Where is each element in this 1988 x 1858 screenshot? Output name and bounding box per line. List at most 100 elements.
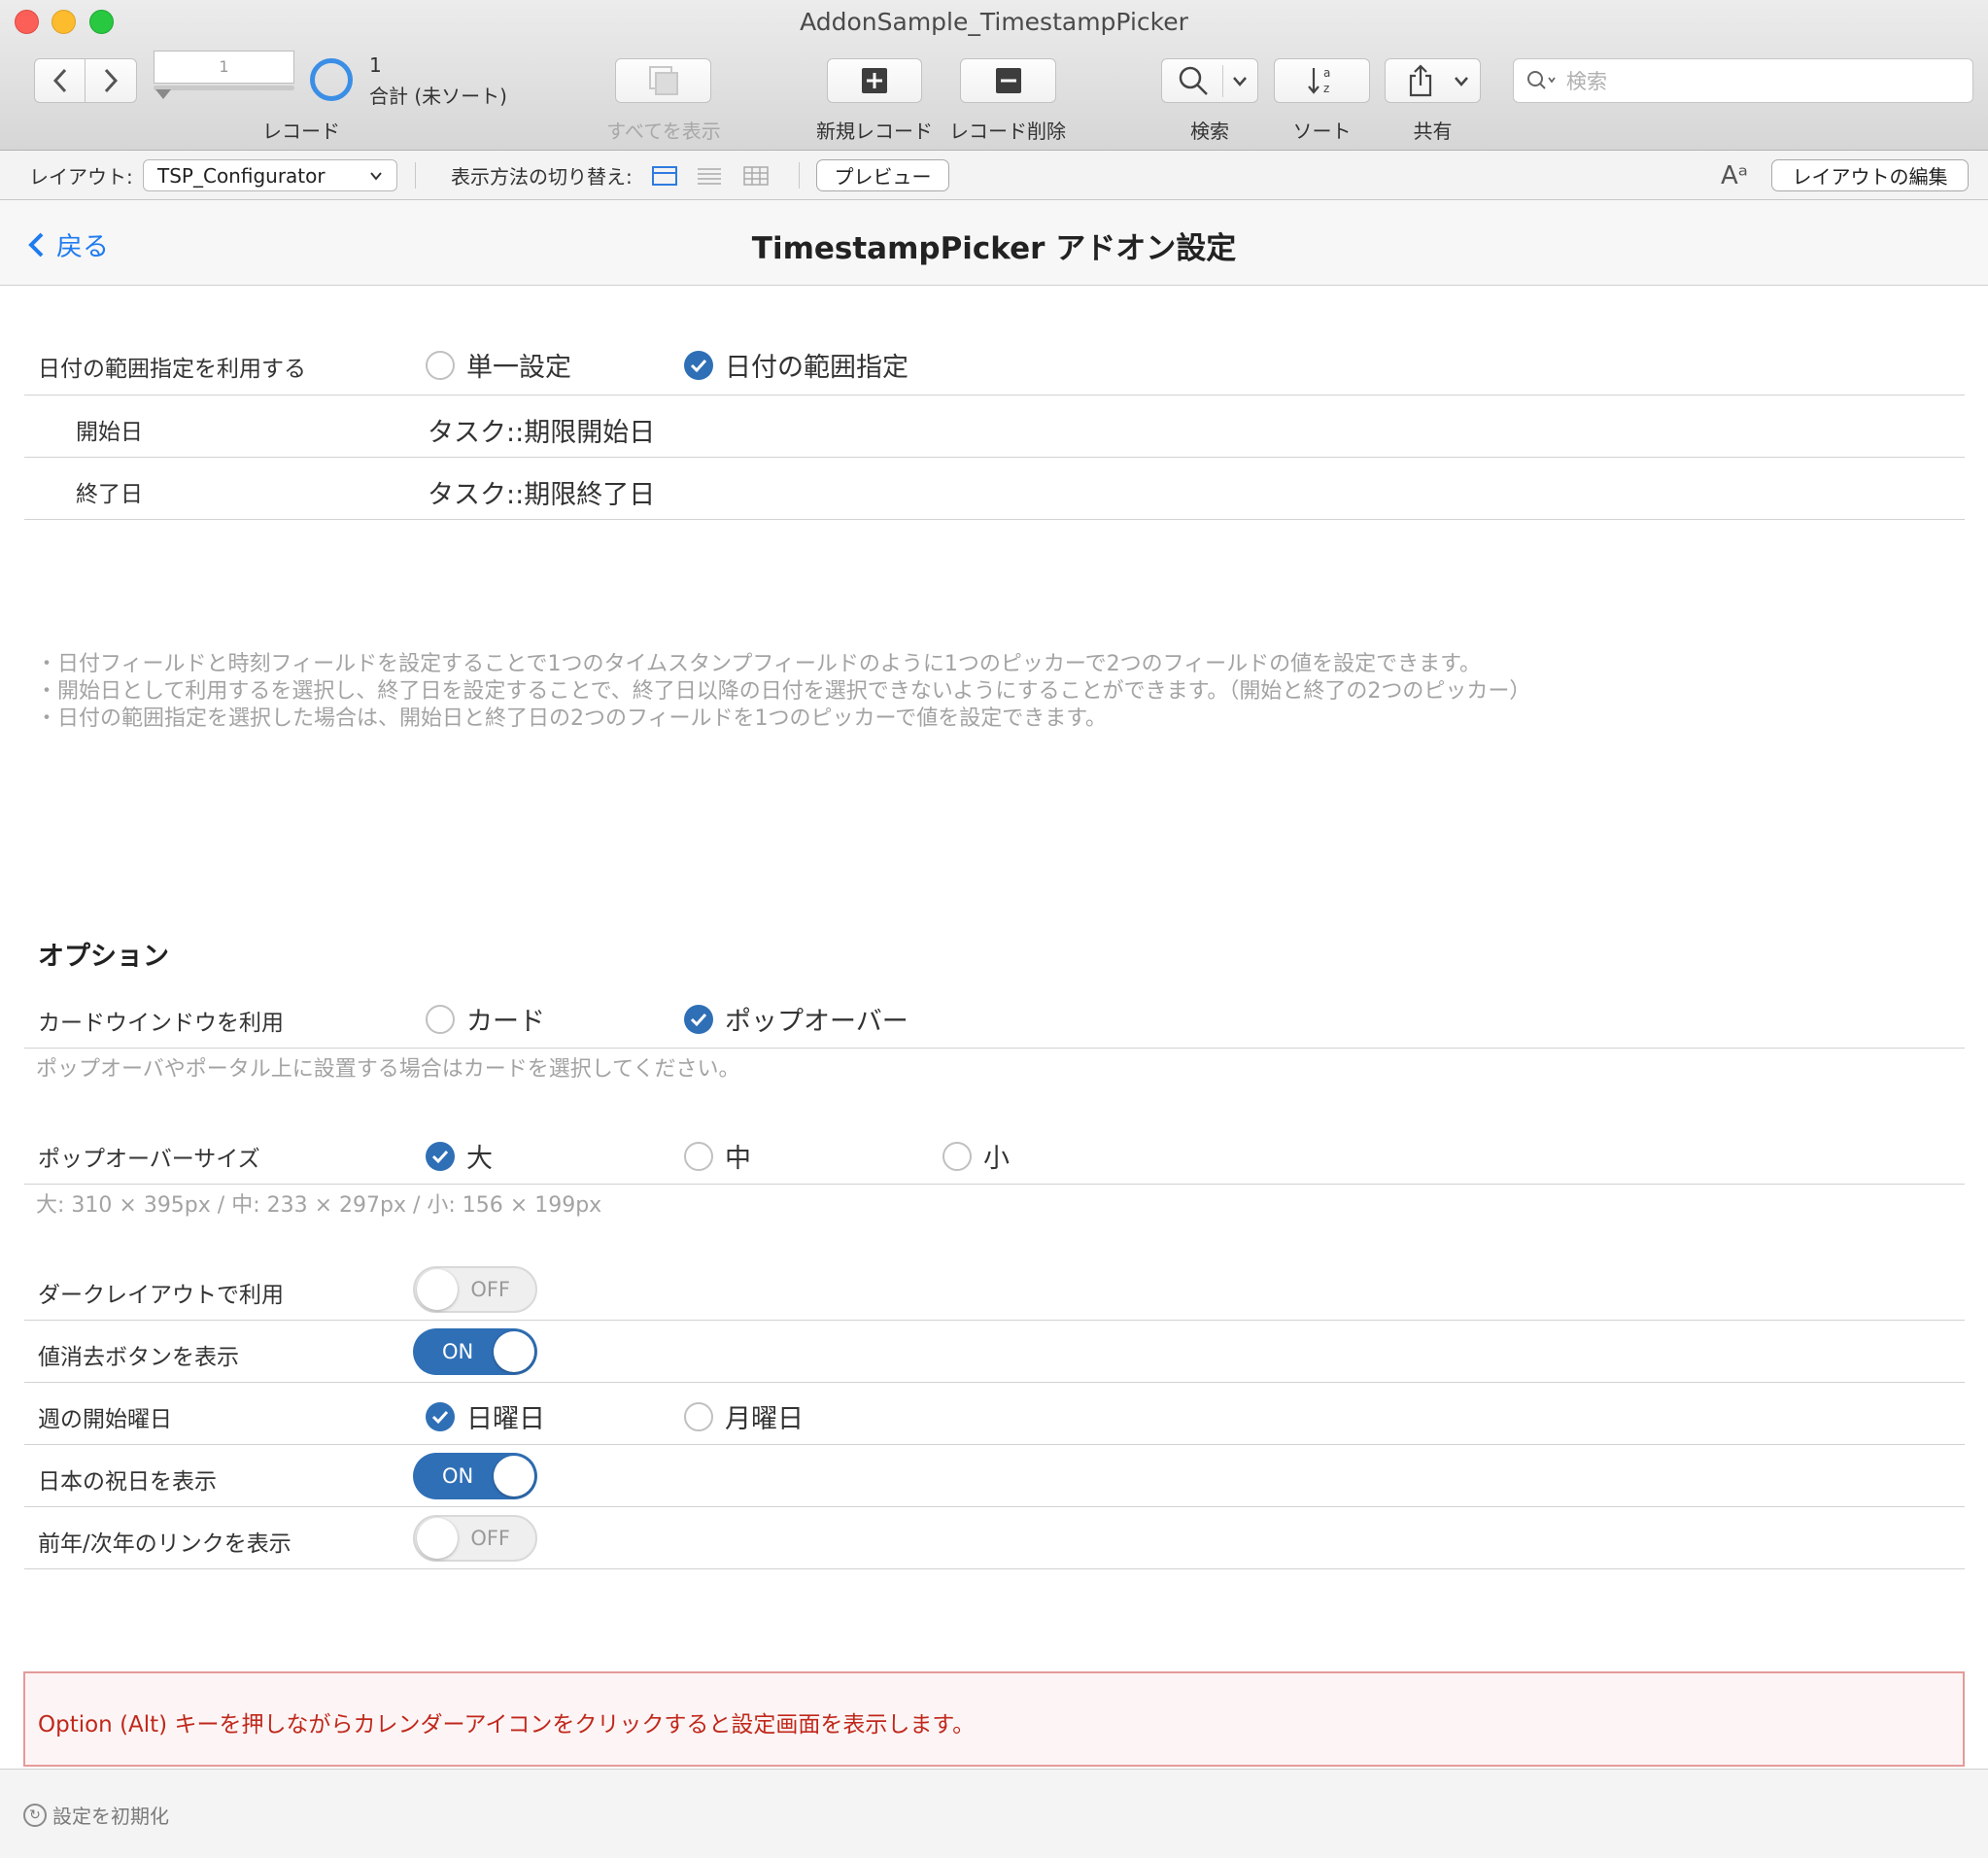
radio-size-small[interactable]: 小 bbox=[943, 1137, 1010, 1175]
content-header: 戻る TimestampPicker アドオン設定 bbox=[0, 200, 1988, 286]
clear-button-toggle[interactable]: ON bbox=[413, 1328, 537, 1375]
alt-key-notice-text: Option (Alt) キーを押しながらカレンダーアイコンをクリックすると設定… bbox=[38, 1712, 976, 1738]
reset-icon: ↻ bbox=[23, 1803, 47, 1827]
toggle-state: OFF bbox=[470, 1527, 510, 1550]
chevron-down-icon[interactable] bbox=[1454, 76, 1469, 87]
search-placeholder: 検索 bbox=[1566, 70, 1607, 93]
layout-label: レイアウト: bbox=[29, 165, 133, 189]
chevron-down-icon[interactable] bbox=[1232, 76, 1248, 87]
radio-single-setting[interactable]: 単一設定 bbox=[426, 346, 571, 384]
year-links-row: 前年/次年のリンクを表示 OFF bbox=[24, 1507, 1965, 1569]
layout-select-value: TSP_Configurator bbox=[157, 163, 326, 188]
card-window-label: カードウインドウを利用 bbox=[38, 1011, 284, 1036]
toggle-knob bbox=[494, 1331, 534, 1372]
popover-size-label: ポップオーバーサイズ bbox=[38, 1147, 260, 1172]
options-heading: オプション bbox=[38, 942, 169, 972]
radio-monday[interactable]: 月曜日 bbox=[684, 1397, 804, 1435]
share-icon bbox=[1409, 64, 1432, 97]
end-date-label: 終了日 bbox=[76, 482, 143, 507]
preview-button[interactable]: プレビュー bbox=[816, 159, 949, 191]
search-input[interactable]: 検索 bbox=[1513, 58, 1973, 103]
share-button[interactable] bbox=[1385, 58, 1481, 103]
radio-size-large[interactable]: 大 bbox=[426, 1137, 493, 1175]
layout-bar: レイアウト: TSP_Configurator 表示方法の切り替え: プレビュー… bbox=[0, 151, 1988, 200]
clear-button-label: 値消去ボタンを表示 bbox=[38, 1345, 239, 1370]
next-record-button[interactable] bbox=[86, 58, 137, 103]
toggle-state: ON bbox=[442, 1340, 474, 1363]
record-slider-thumb[interactable] bbox=[155, 89, 171, 99]
toggle-knob bbox=[417, 1518, 458, 1559]
start-date-value[interactable]: タスク::期限開始日 bbox=[428, 411, 655, 449]
record-slider[interactable] bbox=[154, 86, 294, 90]
holidays-row: 日本の祝日を表示 ON bbox=[24, 1445, 1965, 1507]
radio-checked-icon bbox=[684, 1004, 713, 1034]
radio-label: カード bbox=[466, 1007, 545, 1037]
radio-label: 単一設定 bbox=[466, 353, 571, 383]
toggle-state: ON bbox=[442, 1464, 474, 1488]
radio-unchecked-icon bbox=[684, 1141, 713, 1171]
table-view-button[interactable] bbox=[742, 151, 770, 200]
record-count: 1 bbox=[369, 53, 382, 77]
radio-unchecked-icon bbox=[684, 1401, 713, 1431]
share-label: 共有 bbox=[1413, 120, 1453, 143]
holidays-label: 日本の祝日を表示 bbox=[38, 1469, 217, 1495]
end-date-row: 終了日 タスク::期限終了日 bbox=[24, 458, 1965, 520]
delete-record-button[interactable] bbox=[960, 58, 1056, 103]
holidays-toggle[interactable]: ON bbox=[413, 1453, 537, 1499]
record-number-field[interactable]: 1 bbox=[154, 51, 294, 84]
radio-label: 小 bbox=[983, 1144, 1010, 1174]
reset-settings-button[interactable]: ↻ 設定を初期化 bbox=[23, 1801, 169, 1829]
search-icon bbox=[1527, 71, 1556, 89]
show-all-label: すべてを表示 bbox=[606, 120, 721, 143]
week-start-label: 週の開始曜日 bbox=[38, 1407, 172, 1432]
radio-unchecked-icon bbox=[426, 1004, 455, 1034]
dark-layout-toggle[interactable]: OFF bbox=[413, 1266, 537, 1313]
radio-sunday[interactable]: 日曜日 bbox=[426, 1397, 545, 1435]
find-button[interactable] bbox=[1161, 58, 1258, 103]
date-range-label: 日付の範囲指定を利用する bbox=[38, 357, 306, 382]
layout-select[interactable]: TSP_Configurator bbox=[143, 159, 397, 191]
plus-icon bbox=[862, 68, 887, 93]
radio-label: 日付の範囲指定 bbox=[725, 353, 908, 383]
toggle-state: OFF bbox=[470, 1278, 510, 1301]
svg-text:a: a bbox=[1323, 66, 1330, 80]
radio-size-medium[interactable]: 中 bbox=[684, 1137, 751, 1175]
form-view-button[interactable] bbox=[651, 151, 678, 200]
show-all-button[interactable] bbox=[615, 58, 711, 103]
edit-layout-button[interactable]: レイアウトの編集 bbox=[1771, 159, 1969, 191]
new-record-button[interactable] bbox=[827, 58, 922, 103]
record-pie-icon bbox=[310, 58, 353, 101]
radio-checked-icon bbox=[684, 350, 713, 380]
footer: ↻ 設定を初期化 bbox=[0, 1769, 1988, 1858]
previous-record-button[interactable] bbox=[34, 58, 86, 103]
text-size-button[interactable]: Aᵃ bbox=[1721, 151, 1748, 200]
card-window-row: カードウインドウを利用 カード ポップオーバー bbox=[24, 984, 1965, 1049]
new-record-label: 新規レコード bbox=[816, 120, 933, 143]
record-label: レコード bbox=[262, 120, 340, 143]
radio-label: ポップオーバー bbox=[725, 1007, 908, 1037]
radio-label: 中 bbox=[725, 1144, 751, 1174]
sort-button[interactable]: a z bbox=[1274, 58, 1370, 103]
radio-date-range[interactable]: 日付の範囲指定 bbox=[684, 346, 908, 384]
page-title: TimestampPicker アドオン設定 bbox=[751, 231, 1237, 266]
table-view-icon bbox=[743, 165, 769, 186]
end-date-value[interactable]: タスク::期限終了日 bbox=[428, 473, 655, 511]
radio-card[interactable]: カード bbox=[426, 1000, 545, 1038]
sort-icon: a z bbox=[1307, 66, 1330, 95]
radio-unchecked-icon bbox=[426, 350, 455, 380]
dark-layout-label: ダークレイアウトで利用 bbox=[38, 1283, 284, 1308]
chevron-down-icon bbox=[370, 171, 382, 181]
radio-label: 月曜日 bbox=[725, 1404, 804, 1434]
radio-label: 大 bbox=[466, 1144, 493, 1174]
year-links-toggle[interactable]: OFF bbox=[413, 1515, 537, 1562]
reset-settings-label: 設定を初期化 bbox=[52, 1805, 169, 1828]
find-label: 検索 bbox=[1190, 120, 1229, 143]
list-view-button[interactable] bbox=[696, 151, 723, 200]
record-total-status: 合計 (未ソート) bbox=[369, 85, 507, 108]
week-start-row: 週の開始曜日 日曜日 月曜日 bbox=[24, 1383, 1965, 1445]
card-window-note: ポップオーバやポータル上に設置する場合はカードを選択してください。 bbox=[36, 1057, 740, 1082]
help-note: ・日付の範囲指定を選択した場合は、開始日と終了日の2つのフィールドを1つのピッカ… bbox=[36, 706, 1108, 731]
radio-popover[interactable]: ポップオーバー bbox=[684, 1000, 908, 1038]
list-view-icon bbox=[698, 167, 721, 185]
magnifier-icon bbox=[1179, 66, 1208, 95]
